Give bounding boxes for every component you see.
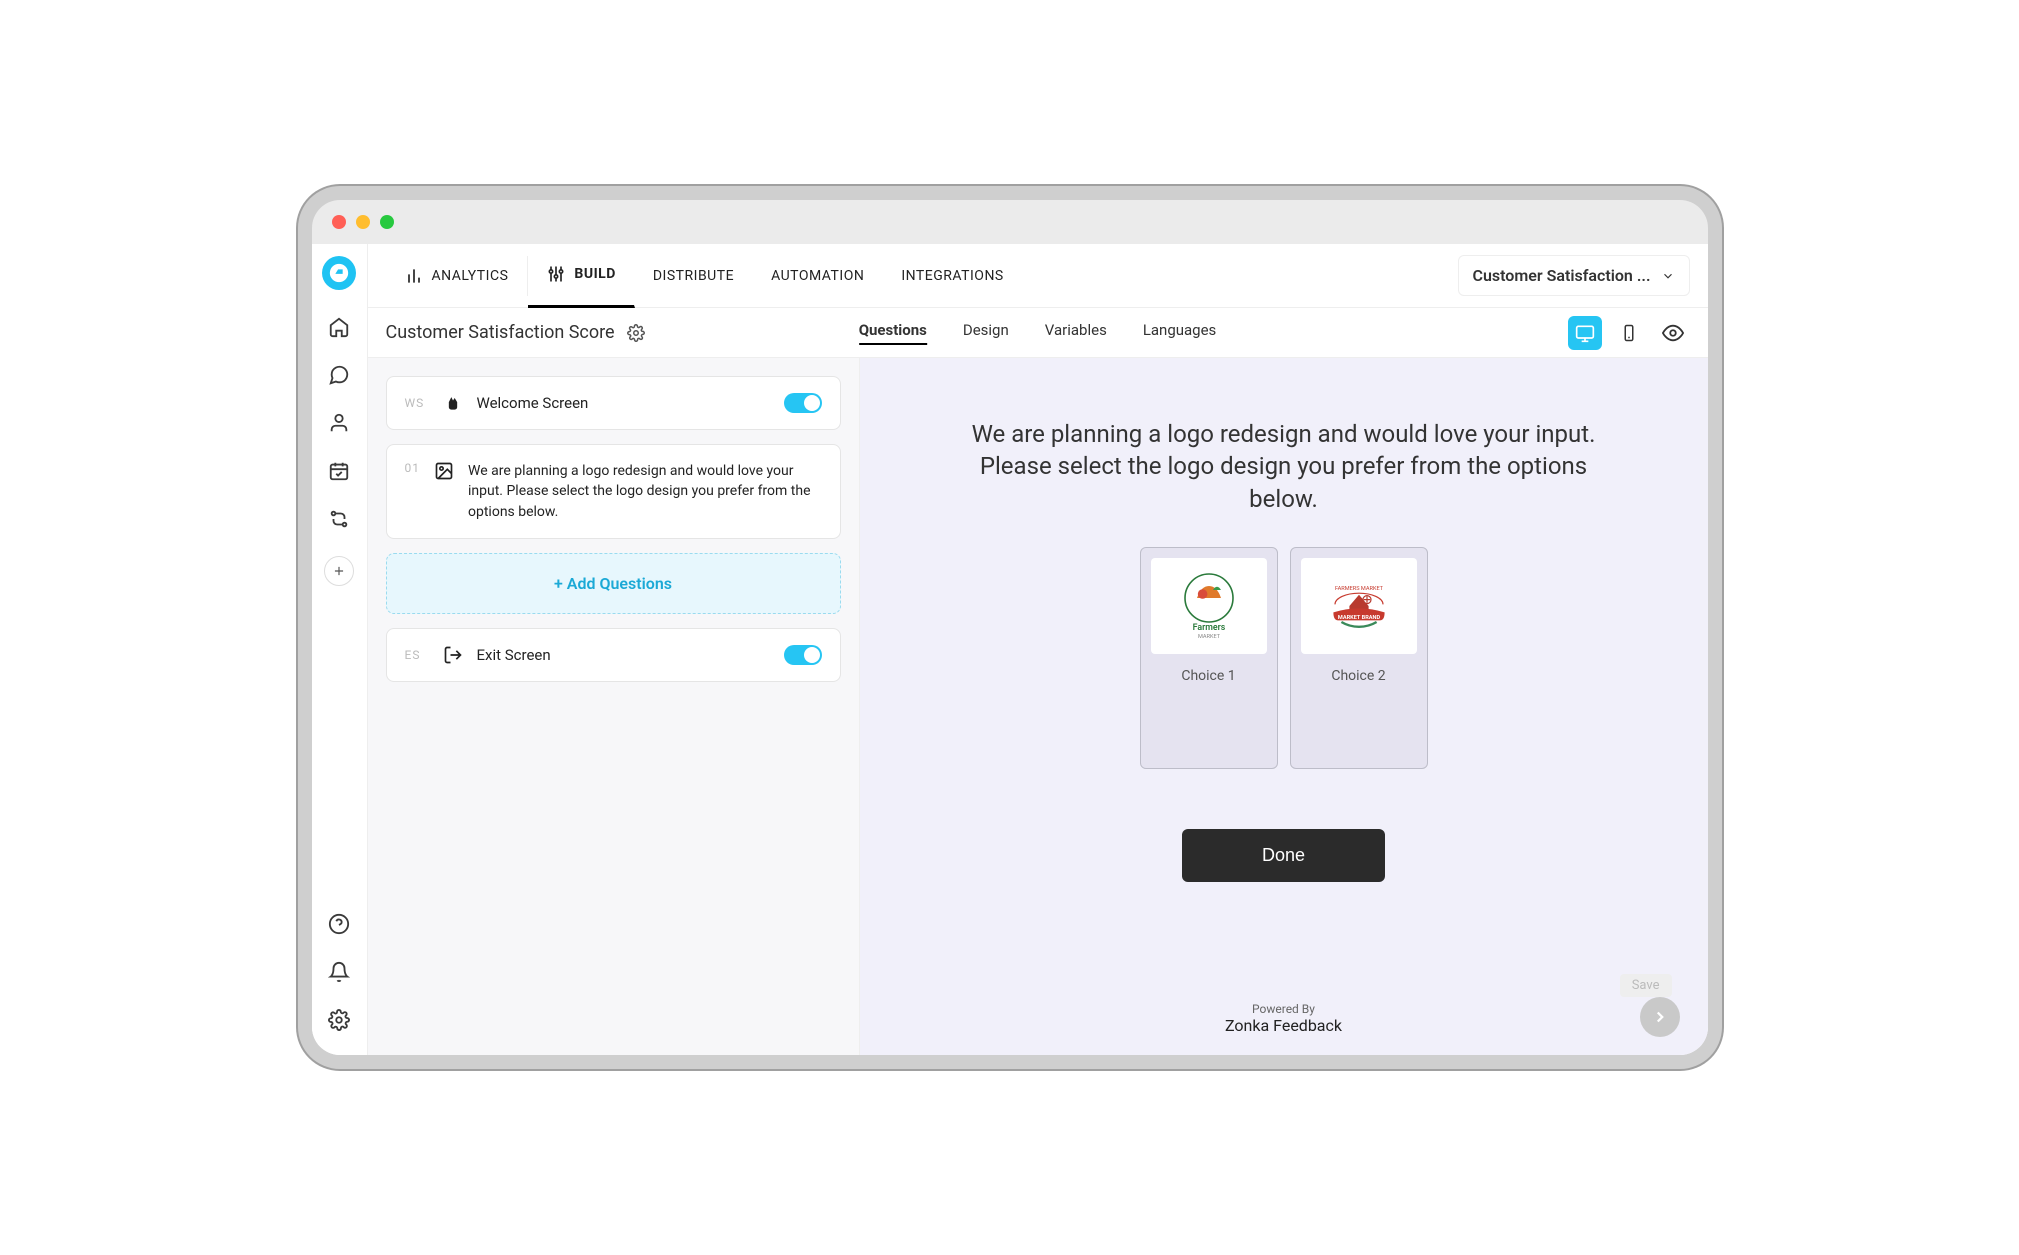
- welcome-screen-card[interactable]: WS Welcome Screen: [386, 376, 841, 430]
- next-fab-button[interactable]: [1640, 997, 1680, 1037]
- tab-design[interactable]: Design: [963, 321, 1009, 345]
- done-button[interactable]: Done: [1182, 829, 1385, 882]
- left-rail: [312, 244, 368, 1055]
- survey-settings-icon[interactable]: [627, 324, 645, 342]
- choices-row: Farmers MARKET Choice 1 FARMERS MARKET: [1140, 547, 1428, 769]
- add-button[interactable]: [324, 556, 354, 586]
- window-close-icon[interactable]: [332, 215, 346, 229]
- svg-text:MARKET: MARKET: [1197, 634, 1220, 640]
- chevron-down-icon: [1661, 269, 1675, 283]
- exit-toggle[interactable]: [784, 645, 822, 665]
- choice-2[interactable]: FARMERS MARKET MARKET BRAND: [1290, 547, 1428, 769]
- nav-integrations-label: INTEGRATIONS: [901, 268, 1003, 284]
- window-maximize-icon[interactable]: [380, 215, 394, 229]
- nav-integrations[interactable]: INTEGRATIONS: [883, 244, 1022, 308]
- svg-text:FARMERS MARKET: FARMERS MARKET: [1334, 586, 1383, 592]
- builder-tabs: Questions Design Variables Languages: [859, 321, 1217, 345]
- survey-selector-label: Customer Satisfaction ...: [1473, 266, 1651, 285]
- nav-distribute[interactable]: DISTRIBUTE: [635, 244, 753, 308]
- help-icon[interactable]: [328, 913, 350, 935]
- nav-analytics[interactable]: ANALYTICS: [386, 244, 528, 308]
- nav-analytics-label: ANALYTICS: [432, 268, 509, 284]
- q1-code: 01: [405, 461, 421, 475]
- nav-build-label: BUILD: [574, 266, 615, 282]
- main-column: ANALYTICS BUILD DISTRIBUTE AUTOMATION IN…: [368, 244, 1708, 1055]
- exit-code: ES: [405, 648, 429, 662]
- choice-2-label: Choice 2: [1331, 668, 1385, 684]
- user-icon[interactable]: [328, 412, 350, 434]
- choice-1-image: Farmers MARKET: [1151, 558, 1267, 654]
- settings-icon[interactable]: [328, 1009, 350, 1031]
- view-icons: [1568, 316, 1690, 350]
- window-minimize-icon[interactable]: [356, 215, 370, 229]
- exit-screen-card[interactable]: ES Exit Screen: [386, 628, 841, 682]
- window-title-bar: [312, 200, 1708, 244]
- desktop-view-button[interactable]: [1568, 316, 1602, 350]
- exit-icon: [443, 645, 463, 665]
- powered-by: Powered By Zonka Feedback: [1225, 962, 1342, 1035]
- welcome-code: WS: [405, 396, 429, 410]
- calendar-check-icon[interactable]: [328, 460, 350, 482]
- svg-text:MARKET BRAND: MARKET BRAND: [1337, 615, 1380, 621]
- choice-2-image: FARMERS MARKET MARKET BRAND: [1301, 558, 1417, 654]
- tab-questions[interactable]: Questions: [859, 321, 927, 345]
- nav-distribute-label: DISTRIBUTE: [653, 268, 734, 284]
- save-button-disabled: Save: [1620, 974, 1672, 997]
- powered-by-label: Powered By: [1225, 1002, 1342, 1016]
- nav-automation[interactable]: AUTOMATION: [753, 244, 883, 308]
- sub-bar: Customer Satisfaction Score Questions De…: [368, 308, 1708, 358]
- question-list-panel: WS Welcome Screen 01 We are planning a l…: [368, 358, 860, 1055]
- nav-build[interactable]: BUILD: [528, 244, 634, 308]
- svg-text:Farmers: Farmers: [1192, 623, 1225, 633]
- workspace: WS Welcome Screen 01 We are planning a l…: [368, 358, 1708, 1055]
- chat-icon[interactable]: [328, 364, 350, 386]
- exit-label: Exit Screen: [477, 646, 551, 664]
- app-shell: ANALYTICS BUILD DISTRIBUTE AUTOMATION IN…: [312, 244, 1708, 1055]
- brand-logo[interactable]: [322, 256, 356, 290]
- survey-title-row: Customer Satisfaction Score: [386, 322, 645, 343]
- preview-pane: We are planning a logo redesign and woul…: [860, 358, 1708, 1055]
- nav-automation-label: AUTOMATION: [771, 268, 864, 284]
- question-card-1[interactable]: 01 We are planning a logo redesign and w…: [386, 444, 841, 539]
- welcome-label: Welcome Screen: [477, 394, 589, 412]
- powered-by-brand: Zonka Feedback: [1225, 1016, 1342, 1035]
- choice-1-label: Choice 1: [1181, 668, 1235, 684]
- top-nav: ANALYTICS BUILD DISTRIBUTE AUTOMATION IN…: [368, 244, 1708, 308]
- q1-text: We are planning a logo redesign and woul…: [468, 461, 822, 522]
- survey-title: Customer Satisfaction Score: [386, 322, 615, 343]
- bell-icon[interactable]: [328, 961, 350, 983]
- preview-question-text: We are planning a logo redesign and woul…: [944, 418, 1624, 515]
- welcome-toggle[interactable]: [784, 393, 822, 413]
- mobile-view-button[interactable]: [1612, 316, 1646, 350]
- wave-icon: [443, 393, 463, 413]
- device-frame: ANALYTICS BUILD DISTRIBUTE AUTOMATION IN…: [312, 200, 1708, 1055]
- image-choice-icon: [434, 461, 454, 481]
- workflow-icon[interactable]: [328, 508, 350, 530]
- tab-variables[interactable]: Variables: [1045, 321, 1107, 345]
- home-icon[interactable]: [328, 316, 350, 338]
- choice-1[interactable]: Farmers MARKET Choice 1: [1140, 547, 1278, 769]
- preview-eye-button[interactable]: [1656, 316, 1690, 350]
- add-questions-button[interactable]: + Add Questions: [386, 553, 841, 614]
- tab-languages[interactable]: Languages: [1143, 321, 1217, 345]
- survey-selector[interactable]: Customer Satisfaction ...: [1458, 255, 1690, 296]
